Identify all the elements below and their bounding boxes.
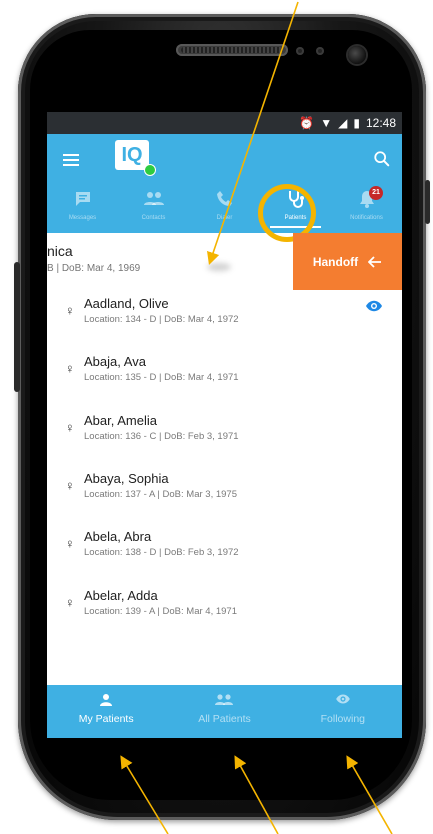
- stethoscope-icon: [286, 188, 306, 210]
- light-sensor: [316, 47, 324, 55]
- battery-icon: ▮: [353, 116, 360, 130]
- online-status-dot: [144, 164, 156, 176]
- patient-list: nica B | DoB: Mar 4, 1969 Handoff ♀ Aadl…: [47, 233, 402, 685]
- person-icon: [99, 693, 113, 709]
- list-item[interactable]: ♀ Abaya, Sophia Location: 137 - A | DoB:…: [47, 468, 402, 518]
- tab-label: Contacts: [141, 215, 166, 221]
- tab-label: Messages: [68, 215, 97, 221]
- app-logo: IQ: [115, 140, 149, 170]
- list-item[interactable]: ♀ Abar, Amelia Location: 136 - C | DoB: …: [47, 410, 402, 460]
- handoff-button[interactable]: Handoff: [293, 233, 402, 290]
- patient-info: Location: 134 - D | DoB: Mar 4, 1972: [84, 314, 239, 325]
- tab-label: Patients: [284, 215, 307, 221]
- power-button: [14, 262, 20, 392]
- volume-button: [425, 180, 430, 224]
- eye-icon: [335, 693, 351, 709]
- eye-icon[interactable]: [365, 299, 383, 313]
- tab-messages[interactable]: Messages: [47, 182, 118, 228]
- status-bar: ⏰ ▼ ◢ ▮ 12:48: [47, 112, 402, 134]
- swipe-shadow: [207, 263, 231, 271]
- female-icon: ♀: [65, 420, 75, 435]
- tab-notifications[interactable]: 21 Notifications: [331, 182, 402, 228]
- nav-following[interactable]: Following: [284, 685, 402, 738]
- arrow-left-icon: [368, 255, 382, 268]
- search-icon[interactable]: [373, 150, 391, 168]
- main-tabs: Messages Contacts Dialer Patients 21 Not…: [47, 182, 402, 228]
- notification-badge: 21: [369, 186, 383, 200]
- nav-label: Following: [320, 713, 365, 725]
- female-icon: ♀: [65, 595, 75, 610]
- patient-info: B | DoB: Mar 4, 1969: [47, 263, 141, 274]
- nav-label: All Patients: [198, 713, 251, 725]
- wifi-icon: ▼: [320, 116, 333, 130]
- patient-info: Location: 138 - D | DoB: Feb 3, 1972: [84, 547, 239, 558]
- front-camera: [348, 46, 366, 64]
- signal-icon: ◢: [338, 116, 348, 130]
- patient-info: Location: 139 - A | DoB: Mar 4, 1971: [84, 606, 237, 617]
- bottom-nav: My Patients All Patients Following: [47, 685, 402, 738]
- status-time: 12:48: [365, 116, 396, 130]
- patient-name: Abaja, Ava: [84, 354, 146, 369]
- proximity-sensor: [296, 47, 304, 55]
- app-bar: IQ Messages Contacts Dialer Patients 21 …: [47, 134, 402, 242]
- contacts-icon: [143, 188, 165, 210]
- message-icon: [74, 188, 92, 210]
- tab-label: Dialer: [216, 215, 233, 221]
- handoff-label: Handoff: [312, 254, 359, 269]
- female-icon: ♀: [65, 536, 75, 551]
- list-item[interactable]: ♀ Abaja, Ava Location: 135 - D | DoB: Ma…: [47, 351, 402, 401]
- patient-name: Abela, Abra: [84, 529, 152, 544]
- phone-icon: [216, 188, 234, 210]
- female-icon: ♀: [65, 303, 75, 318]
- nav-my-patients[interactable]: My Patients: [47, 685, 165, 738]
- patient-info: Location: 137 - A | DoB: Mar 3, 1975: [84, 489, 237, 500]
- list-item[interactable]: ♀ Abelar, Adda Location: 139 - A | DoB: …: [47, 585, 402, 635]
- people-icon: [214, 693, 234, 709]
- menu-icon[interactable]: [63, 154, 79, 166]
- patient-name: Abar, Amelia: [84, 413, 157, 428]
- list-item[interactable]: ♀ Aadland, Olive Location: 134 - D | DoB…: [47, 293, 402, 343]
- patient-info: Location: 136 - C | DoB: Feb 3, 1971: [84, 431, 239, 442]
- earpiece-speaker: [176, 44, 288, 56]
- patient-name: Abaya, Sophia: [84, 471, 169, 486]
- tab-dialer[interactable]: Dialer: [189, 182, 260, 228]
- patient-info: Location: 135 - D | DoB: Mar 4, 1971: [84, 372, 239, 383]
- tab-contacts[interactable]: Contacts: [118, 182, 189, 228]
- patient-name: nica: [47, 243, 73, 259]
- nav-label: My Patients: [78, 713, 134, 725]
- tab-label: Notifications: [350, 215, 383, 221]
- list-item[interactable]: ♀ Abela, Abra Location: 138 - D | DoB: F…: [47, 526, 402, 576]
- screen: ⏰ ▼ ◢ ▮ 12:48 IQ Messages Contacts Diale…: [47, 112, 402, 738]
- tab-patients[interactable]: Patients: [260, 182, 331, 228]
- female-icon: ♀: [65, 361, 75, 376]
- female-icon: ♀: [65, 478, 75, 493]
- patient-name: Aadland, Olive: [84, 296, 169, 311]
- nav-all-patients[interactable]: All Patients: [165, 685, 283, 738]
- alarm-icon: ⏰: [299, 116, 315, 130]
- patient-name: Abelar, Adda: [84, 588, 158, 603]
